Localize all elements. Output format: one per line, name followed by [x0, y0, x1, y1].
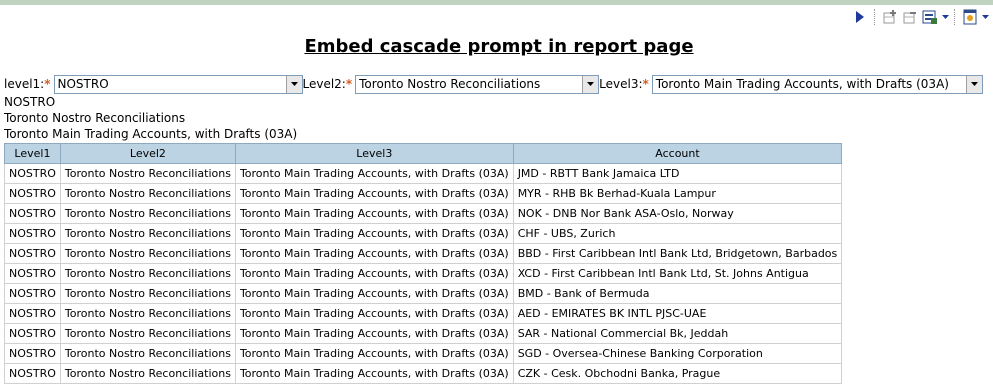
cell-level1: NOSTRO — [4, 163, 61, 184]
cell-account: BMD - Bank of Bermuda — [512, 283, 843, 304]
cell-level1: NOSTRO — [4, 223, 61, 244]
run-icon[interactable] — [851, 8, 869, 26]
chevron-down-icon[interactable] — [582, 75, 599, 93]
cell-level2: Toronto Nostro Reconciliations — [59, 303, 236, 324]
level2-select[interactable]: Toronto Nostro Reconciliations — [355, 74, 600, 94]
export-icon[interactable] — [921, 8, 939, 26]
table-row: NOSTRO Toronto Nostro Reconciliations Toro… — [4, 203, 843, 224]
cell-level1: NOSTRO — [4, 343, 61, 364]
level2-select-value: Toronto Nostro Reconciliations — [359, 77, 541, 91]
cell-account: CHF - UBS, Zurich — [512, 223, 843, 244]
cell-level3: Toronto Main Trading Accounts, with Draf… — [234, 343, 514, 364]
cell-level3: Toronto Main Trading Accounts, with Draf… — [234, 323, 514, 344]
table-row: NOSTRO Toronto Nostro Reconciliations Toro… — [4, 343, 843, 364]
cell-level2: Toronto Nostro Reconciliations — [59, 243, 236, 264]
level1-select-value: NOSTRO — [57, 77, 109, 91]
cell-level3: Toronto Main Trading Accounts, with Draf… — [234, 363, 514, 384]
cell-level1: NOSTRO — [4, 243, 61, 264]
cell-level2: Toronto Nostro Reconciliations — [59, 163, 236, 184]
page-title: Embed cascade prompt in report page — [304, 36, 694, 57]
chevron-down-icon[interactable] — [965, 75, 982, 93]
cell-level1: NOSTRO — [4, 303, 61, 324]
cell-level3: Toronto Main Trading Accounts, with Draf… — [234, 303, 514, 324]
level2-label: Level2: — [302, 77, 346, 91]
add-row-icon[interactable] — [881, 8, 899, 26]
level3-select[interactable]: Toronto Main Trading Accounts, with Draf… — [651, 74, 983, 94]
level1-label: level1: — [4, 77, 45, 91]
report-toolbar — [851, 7, 989, 27]
cell-level3: Toronto Main Trading Accounts, with Draf… — [234, 203, 514, 224]
cell-level3: Toronto Main Trading Accounts, with Draf… — [234, 223, 514, 244]
cell-level3: Toronto Main Trading Accounts, with Draf… — [234, 263, 514, 284]
table-row: NOSTRO Toronto Nostro Reconciliations Toro… — [4, 303, 843, 324]
cell-account: MYR - RHB Bk Berhad-Kuala Lampur — [512, 183, 843, 204]
table-row: NOSTRO Toronto Nostro Reconciliations Toro… — [4, 243, 843, 264]
toolbar-separator — [874, 9, 876, 25]
cell-level2: Toronto Nostro Reconciliations — [59, 343, 236, 364]
chevron-down-icon[interactable] — [285, 75, 302, 93]
required-marker: * — [345, 77, 353, 91]
level3-label: Level3: — [599, 77, 643, 91]
report-table: Level1 Level2 Level3 Account NOSTRO Toron… — [4, 143, 843, 384]
cell-level3: Toronto Main Trading Accounts, with Draf… — [234, 243, 514, 264]
column-header-level1[interactable]: Level1 — [4, 143, 61, 164]
cell-level1: NOSTRO — [4, 363, 61, 384]
required-marker: * — [44, 77, 51, 91]
cell-level1: NOSTRO — [4, 323, 61, 344]
column-header-account[interactable]: Account — [512, 143, 843, 164]
chevron-down-icon[interactable] — [941, 8, 949, 26]
column-header-level3[interactable]: Level3 — [234, 143, 514, 164]
cell-account: CZK - Cesk. Obchodni Banka, Prague — [512, 363, 843, 384]
cell-level1: NOSTRO — [4, 283, 61, 304]
cell-account: AED - EMIRATES BK INTL PJSC-UAE — [512, 303, 843, 324]
table-row: NOSTRO Toronto Nostro Reconciliations Toro… — [4, 263, 843, 284]
selected-level2-text: Toronto Nostro Reconciliations — [4, 111, 186, 125]
cell-account: XCD - First Caribbean Intl Bank Ltd, St.… — [512, 263, 843, 284]
top-border — [0, 0, 993, 5]
selected-level1-text: NOSTRO — [4, 95, 56, 109]
cell-level3: Toronto Main Trading Accounts, with Draf… — [234, 283, 514, 304]
cell-level2: Toronto Nostro Reconciliations — [59, 363, 236, 384]
cell-account: NOK - DNB Nor Bank ASA-Oslo, Norway — [512, 203, 843, 224]
cell-level2: Toronto Nostro Reconciliations — [59, 323, 236, 344]
level3-select-value: Toronto Main Trading Accounts, with Draf… — [655, 77, 949, 91]
cell-account: JMD - RBTT Bank Jamaica LTD — [512, 163, 843, 184]
cell-level3: Toronto Main Trading Accounts, with Draf… — [234, 163, 514, 184]
selected-level3-text: Toronto Main Trading Accounts, with Draf… — [4, 127, 298, 141]
cell-level2: Toronto Nostro Reconciliations — [59, 203, 236, 224]
prompt-row: level1: * NOSTRO Level2: * Toronto Nostr… — [4, 73, 983, 95]
options-icon[interactable] — [961, 8, 979, 26]
cell-level1: NOSTRO — [4, 183, 61, 204]
cell-level1: NOSTRO — [4, 203, 61, 224]
table-row: NOSTRO Toronto Nostro Reconciliations Toro… — [4, 323, 843, 344]
table-row: NOSTRO Toronto Nostro Reconciliations Toro… — [4, 183, 843, 204]
toolbar-separator — [954, 9, 956, 25]
cell-account: SAR - National Commercial Bk, Jeddah — [512, 323, 843, 344]
cell-level1: NOSTRO — [4, 263, 61, 284]
column-header-level2[interactable]: Level2 — [59, 143, 236, 164]
table-row: NOSTRO Toronto Nostro Reconciliations Toro… — [4, 163, 843, 184]
table-row: NOSTRO Toronto Nostro Reconciliations Toro… — [4, 283, 843, 304]
chevron-down-icon[interactable] — [981, 8, 989, 26]
table-row: NOSTRO Toronto Nostro Reconciliations Toro… — [4, 223, 843, 244]
cell-level2: Toronto Nostro Reconciliations — [59, 263, 236, 284]
cell-account: SGD - Oversea-Chinese Banking Corporatio… — [512, 343, 843, 364]
cell-level3: Toronto Main Trading Accounts, with Draf… — [234, 183, 514, 204]
remove-row-icon[interactable] — [901, 8, 919, 26]
cell-level2: Toronto Nostro Reconciliations — [59, 183, 236, 204]
required-marker: * — [642, 77, 649, 91]
cell-level2: Toronto Nostro Reconciliations — [59, 223, 236, 244]
cell-level2: Toronto Nostro Reconciliations — [59, 283, 236, 304]
table-header-row: Level1 Level2 Level3 Account — [4, 143, 843, 164]
table-row: NOSTRO Toronto Nostro Reconciliations Toro… — [4, 363, 843, 384]
level1-select[interactable]: NOSTRO — [53, 74, 303, 94]
cell-account: BBD - First Caribbean Intl Bank Ltd, Bri… — [512, 243, 843, 264]
